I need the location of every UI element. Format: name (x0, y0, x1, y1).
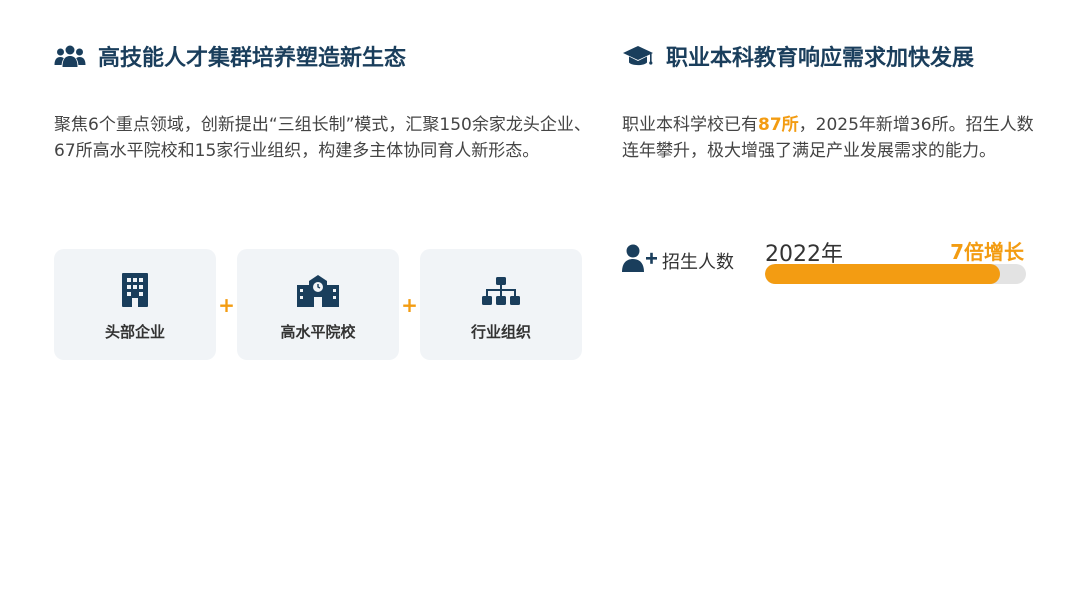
card-leading-enterprises: 头部企业 (54, 249, 216, 360)
card-label: 高水平院校 (280, 323, 356, 341)
entity-cards: 头部企业 + 高水平院校 + 行业组织 (54, 249, 582, 360)
right-paragraph: 职业本科学校已有87所，2025年新增36所。招生人数连年攀升，极大增强了满足产… (622, 112, 1042, 164)
paragraph-part-a: 职业本科学校已有 (622, 115, 758, 135)
enrollment-metric: 招生人数 2022年 7倍增长 (622, 236, 1032, 296)
card-label: 行业组织 (470, 323, 531, 341)
school-count-highlight: 87所 (758, 115, 799, 135)
left-paragraph: 聚焦6个重点领域，创新提出“三组长制”模式，汇聚150余家龙头企业、67所高水平… (54, 115, 591, 161)
graduation-cap-icon (623, 46, 653, 66)
card-industry-organizations: 行业组织 (420, 249, 582, 360)
left-title-text: 高技能人才集群培养塑造新生态 (98, 46, 407, 71)
card-high-level-colleges: 高水平院校 (237, 249, 399, 360)
sitemap-icon (482, 277, 520, 305)
plus-sign: + (401, 292, 418, 317)
user-plus-icon (622, 244, 657, 272)
school-icon (297, 275, 339, 307)
progress-fill (765, 264, 1000, 284)
metric-label: 招生人数 (662, 252, 734, 273)
users-group-icon (54, 45, 86, 67)
building-icon (122, 273, 148, 307)
progress-track (765, 264, 1026, 284)
left-section-title: 高技能人才集群培养塑造新生态 (54, 40, 406, 72)
plus-sign: + (218, 292, 235, 317)
right-section-title: 职业本科教育响应需求加快发展 (622, 40, 974, 72)
metric-growth: 7倍增长 (950, 240, 1024, 264)
right-title-text: 职业本科教育响应需求加快发展 (666, 46, 975, 71)
card-label: 头部企业 (104, 323, 165, 341)
